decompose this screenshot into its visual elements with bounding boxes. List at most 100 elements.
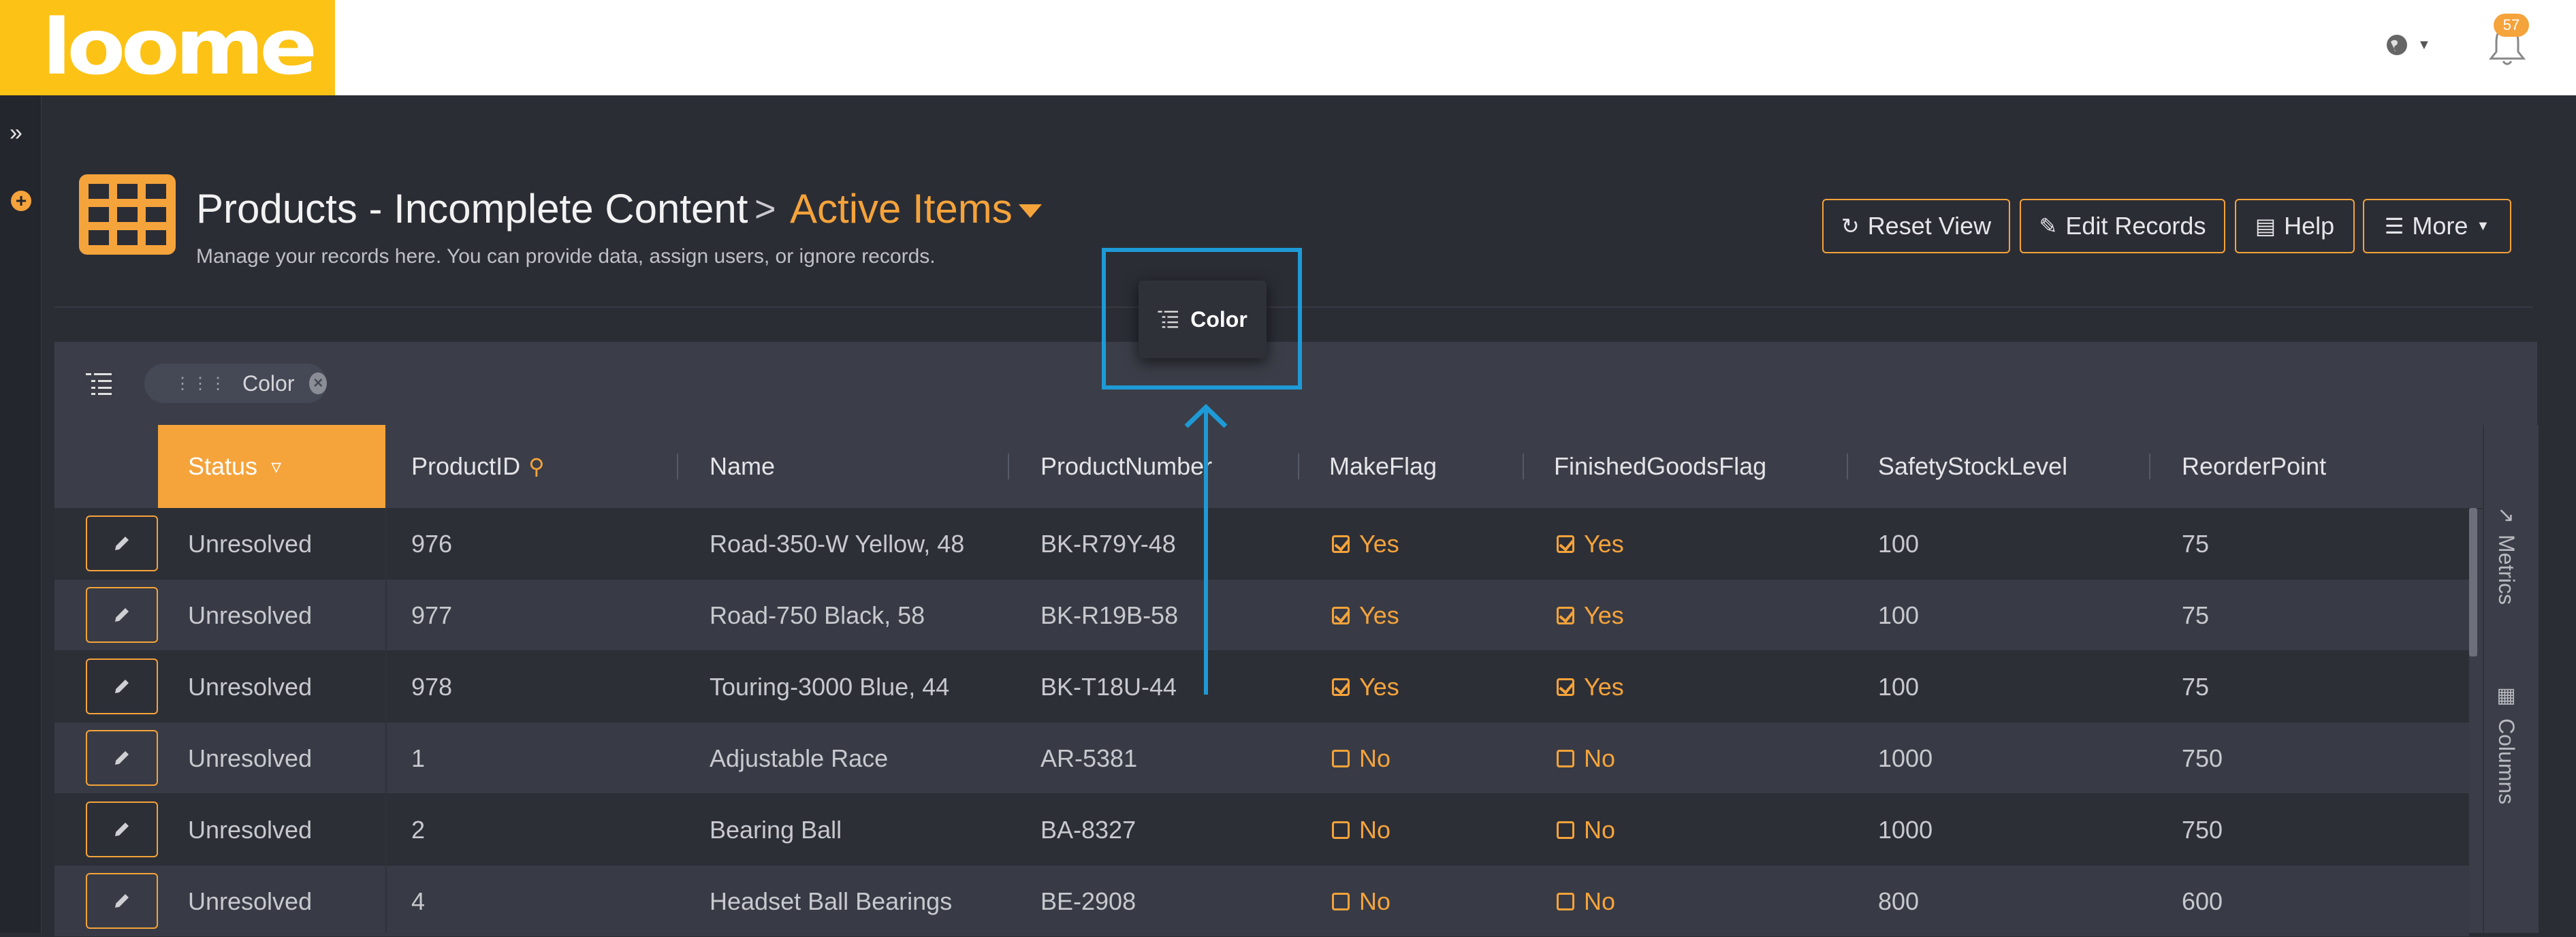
table-row[interactable]: Unresolved 977 Road-750 Black, 58 BK-R19… bbox=[54, 579, 2469, 651]
status-cell: Unresolved bbox=[188, 816, 313, 844]
group-chip-label: Color bbox=[242, 370, 295, 396]
edit-row-button[interactable] bbox=[86, 515, 158, 571]
chevron-down-icon: ▼ bbox=[2417, 37, 2431, 52]
makeflag-cell: No bbox=[1332, 722, 1390, 794]
edit-records-button[interactable]: ✎ Edit Records bbox=[2020, 199, 2225, 253]
caret-down-icon[interactable] bbox=[1019, 204, 1042, 218]
safetystocklevel-cell: 100 bbox=[1878, 673, 1920, 701]
productnumber-cell: BA-8327 bbox=[1040, 816, 1136, 844]
checkbox bbox=[1332, 535, 1350, 553]
expand-icon[interactable]: » bbox=[10, 120, 22, 146]
column-header-productnumber[interactable]: ProductNumber bbox=[1040, 425, 1212, 508]
help-button[interactable]: ▤ Help bbox=[2235, 199, 2355, 253]
add-icon[interactable]: + bbox=[11, 191, 31, 211]
drag-icon[interactable]: ⋮⋮⋮ bbox=[174, 374, 227, 394]
vertical-scrollbar[interactable] bbox=[2469, 508, 2477, 656]
column-separator[interactable] bbox=[1847, 454, 1848, 479]
metrics-tab-label: Metrics bbox=[2494, 535, 2519, 605]
checkbox bbox=[1557, 678, 1574, 696]
column-header-name[interactable]: Name bbox=[710, 425, 775, 508]
productid-cell: 976 bbox=[411, 530, 453, 558]
language-button[interactable]: ▼ bbox=[2385, 29, 2434, 61]
key-icon: ⚲ bbox=[528, 454, 545, 479]
logo[interactable]: loome bbox=[0, 0, 335, 95]
top-bar bbox=[0, 0, 2576, 95]
notification-badge: 57 bbox=[2494, 14, 2529, 37]
name-cell: Touring-3000 Blue, 44 bbox=[710, 673, 950, 701]
column-separator[interactable] bbox=[1008, 454, 1009, 479]
edit-row-button[interactable] bbox=[86, 587, 158, 643]
reorderpoint-cell: 75 bbox=[2182, 601, 2210, 629]
group-list-icon[interactable] bbox=[86, 372, 113, 396]
makeflag-cell: No bbox=[1332, 865, 1390, 937]
more-label: More bbox=[2412, 212, 2468, 240]
reorderpoint-cell: 600 bbox=[2182, 887, 2223, 915]
pencil-icon bbox=[115, 680, 129, 693]
makeflag-value: Yes bbox=[1359, 673, 1399, 701]
table-row[interactable]: Unresolved 4 Headset Ball Bearings BE-29… bbox=[54, 865, 2469, 937]
checkbox bbox=[1557, 606, 1574, 624]
finishedgoodsflag-value: No bbox=[1584, 887, 1616, 915]
column-separator[interactable] bbox=[677, 454, 678, 479]
finishedgoodsflag-value: Yes bbox=[1584, 673, 1624, 701]
finishedgoodsflag-cell: Yes bbox=[1557, 579, 1624, 651]
name-cell: Road-350-W Yellow, 48 bbox=[710, 530, 965, 558]
finishedgoodsflag-value: Yes bbox=[1584, 530, 1624, 558]
filter-icon[interactable]: ▿ bbox=[271, 455, 281, 479]
productnumber-cell: BK-R19B-58 bbox=[1040, 601, 1179, 629]
reset-view-button[interactable]: ↻ Reset View bbox=[1822, 199, 2010, 253]
group-chip-color[interactable]: ⋮⋮⋮ Color × bbox=[144, 364, 327, 403]
column-header-reorderpoint[interactable]: ReorderPoint bbox=[2182, 425, 2326, 508]
finishedgoodsflag-cell: No bbox=[1557, 722, 1615, 794]
metrics-tab[interactable]: ↗ Metrics bbox=[2494, 507, 2519, 605]
globe-icon bbox=[2387, 35, 2407, 55]
status-header-text: Status bbox=[188, 452, 258, 480]
edit-row-button[interactable] bbox=[86, 658, 158, 714]
status-column-divider bbox=[385, 508, 387, 933]
productnumber-cell: BK-R79Y-48 bbox=[1040, 530, 1176, 558]
columns-tab[interactable]: ▦ Columns bbox=[2494, 684, 2519, 804]
name-cell: Headset Ball Bearings bbox=[710, 887, 953, 915]
column-header-makeflag[interactable]: MakeFlag bbox=[1329, 425, 1437, 508]
help-label: Help bbox=[2284, 212, 2335, 240]
columns-icon: ▦ bbox=[2495, 684, 2517, 708]
status-cell: Unresolved bbox=[188, 887, 313, 915]
grid-icon bbox=[79, 174, 176, 255]
column-separator[interactable] bbox=[1298, 454, 1299, 479]
column-header-safetystocklevel[interactable]: SafetyStockLevel bbox=[1878, 425, 2067, 508]
checkbox bbox=[1332, 821, 1350, 839]
close-icon[interactable]: × bbox=[309, 372, 327, 394]
makeflag-value: No bbox=[1359, 816, 1391, 844]
column-separator[interactable] bbox=[1523, 454, 1524, 479]
view-selector[interactable]: Active Items bbox=[790, 185, 1013, 232]
makeflag-cell: Yes bbox=[1332, 579, 1399, 651]
side-panel-tabs bbox=[2483, 425, 2539, 933]
chevron-down-icon: ▼ bbox=[2476, 218, 2490, 234]
highlight-box bbox=[1102, 248, 1302, 390]
finishedgoodsflag-cell: Yes bbox=[1557, 651, 1624, 722]
pencil-icon bbox=[115, 823, 129, 836]
columns-tab-label: Columns bbox=[2494, 718, 2519, 805]
checkbox bbox=[1557, 892, 1574, 910]
name-cell: Road-750 Black, 58 bbox=[710, 601, 925, 629]
table-row[interactable]: Unresolved 1 Adjustable Race AR-5381 No … bbox=[54, 722, 2469, 794]
edit-row-button[interactable] bbox=[86, 730, 158, 786]
table-row[interactable]: Unresolved 2 Bearing Ball BA-8327 No No … bbox=[54, 794, 2469, 865]
edit-row-button[interactable] bbox=[86, 873, 158, 929]
safetystocklevel-cell: 1000 bbox=[1878, 816, 1933, 844]
column-header-finishedgoodsflag[interactable]: FinishedGoodsFlag bbox=[1554, 425, 1766, 508]
more-button[interactable]: ☰ More ▼ bbox=[2363, 199, 2511, 253]
column-separator[interactable] bbox=[2149, 454, 2150, 479]
edit-row-button[interactable] bbox=[86, 801, 158, 857]
reorderpoint-cell: 75 bbox=[2182, 673, 2210, 701]
status-cell: Unresolved bbox=[188, 601, 313, 629]
makeflag-value: No bbox=[1359, 744, 1391, 772]
column-header-status-label[interactable]: Status ▿ bbox=[188, 425, 281, 508]
column-header-productid[interactable]: ProductID ⚲ bbox=[411, 425, 545, 508]
finishedgoodsflag-cell: No bbox=[1557, 865, 1615, 937]
checkbox bbox=[1332, 606, 1350, 624]
finishedgoodsflag-value: No bbox=[1584, 816, 1616, 844]
table-row[interactable]: Unresolved 978 Touring-3000 Blue, 44 BK-… bbox=[54, 651, 2469, 722]
productid-cell: 4 bbox=[411, 887, 426, 915]
table-row[interactable]: Unresolved 976 Road-350-W Yellow, 48 BK-… bbox=[54, 508, 2469, 579]
